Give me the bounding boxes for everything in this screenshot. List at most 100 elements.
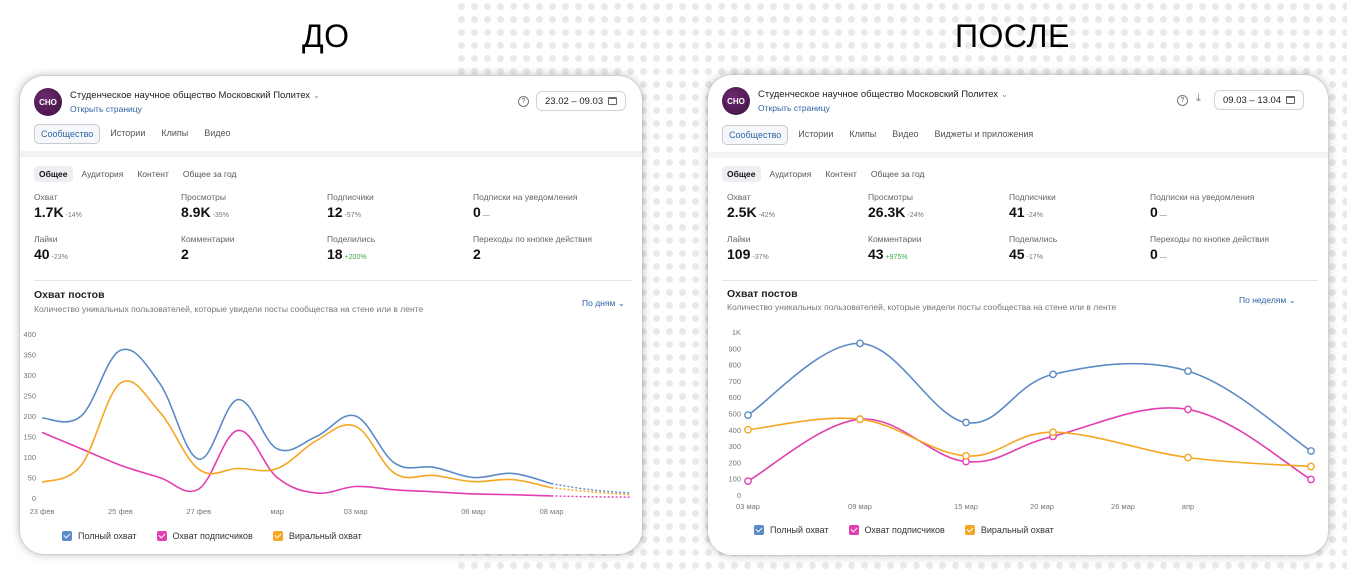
metric-label: Поделились xyxy=(1009,234,1058,244)
chart-legend: Полный охват Охват подписчиков Виральный… xyxy=(754,525,1054,535)
metric-delta: +200% xyxy=(344,254,367,261)
help-icon[interactable]: ? xyxy=(1177,95,1188,106)
data-point-viral-reach[interactable] xyxy=(856,415,864,424)
series-line-full-reach xyxy=(41,348,552,485)
data-point-full-reach[interactable] xyxy=(962,418,970,427)
period-selector[interactable]: По дням ⌄ xyxy=(582,298,625,309)
tab-video[interactable]: Видео xyxy=(198,124,236,144)
x-tick-label: 06 мар xyxy=(461,507,485,516)
metric-delta: -24% xyxy=(1026,212,1043,219)
tab-clips[interactable]: Клипы xyxy=(155,124,194,144)
tab-video[interactable]: Видео xyxy=(886,125,924,145)
calendar-icon xyxy=(608,97,618,105)
metric-notifications: Подписки на уведомления 0— xyxy=(473,192,577,220)
tab-stories[interactable]: Истории xyxy=(104,124,151,144)
series-line-subscriber-reach xyxy=(41,429,552,497)
data-point-viral-reach[interactable] xyxy=(1049,428,1057,437)
legend-item-subscribers[interactable]: Охват подписчиков xyxy=(156,531,253,541)
y-tick-label: 600 xyxy=(728,393,741,402)
x-tick-label: 23 фев xyxy=(30,507,55,516)
subtab-audience[interactable]: Аудитория xyxy=(765,166,817,182)
metric-likes: Лайки 40 -23% xyxy=(34,234,68,262)
community-name[interactable]: Студенческое научное общество Московский… xyxy=(758,89,1008,100)
legend-label: Охват подписчиков xyxy=(172,531,253,541)
metric-action-clicks: Переходы по кнопке действия 2 xyxy=(473,234,592,262)
legend-item-viral[interactable]: Виральный охват xyxy=(272,531,362,541)
y-tick-label: 500 xyxy=(728,410,741,419)
divider xyxy=(34,280,632,281)
metric-label: Лайки xyxy=(34,234,58,244)
open-page-link[interactable]: Открыть страницу xyxy=(758,103,830,113)
subtab-year[interactable]: Общее за год xyxy=(178,166,242,182)
reach-chart: 0 50 100 150 200 250 300 350 400 23 фев 25 фев 27 ф… xyxy=(23,330,631,516)
metric-delta: — xyxy=(1159,254,1167,261)
data-point-full-reach[interactable] xyxy=(856,339,864,348)
subtab-general[interactable]: Общее xyxy=(34,166,73,182)
legend-item-subscribers[interactable]: Охват подписчиков xyxy=(848,525,945,535)
legend-item-viral[interactable]: Виральный охват xyxy=(964,525,1054,535)
legend-item-full[interactable]: Полный охват xyxy=(62,531,137,541)
metric-delta: -57% xyxy=(344,212,361,219)
data-point-full-reach[interactable] xyxy=(1184,367,1192,376)
period-selector[interactable]: По неделям ⌄ xyxy=(1239,295,1296,306)
metric-likes: Лайки 109 -37% xyxy=(727,234,769,262)
y-tick-label: 700 xyxy=(728,377,741,386)
subtab-year[interactable]: Общее за год xyxy=(866,166,930,182)
metric-label: Лайки xyxy=(727,234,751,244)
date-range-text: 09.03 – 13.04 xyxy=(1223,94,1282,106)
metric-value: 2 xyxy=(181,246,189,262)
x-tick-label: 25 фев xyxy=(108,507,133,516)
tab-stories[interactable]: Истории xyxy=(792,125,839,145)
legend-item-full[interactable]: Полный охват xyxy=(754,525,829,535)
x-tick-label: мар xyxy=(270,507,284,516)
download-icon[interactable]: ⤓ xyxy=(1196,92,1201,105)
subtab-general[interactable]: Общее xyxy=(722,166,761,182)
date-range-picker[interactable]: 23.02 – 09.03 xyxy=(536,91,627,111)
data-point-full-reach[interactable] xyxy=(1049,370,1057,379)
metric-value: 43 xyxy=(868,246,884,262)
data-point-subscriber-reach[interactable] xyxy=(1184,405,1192,414)
metric-comments: Комментарии 2 xyxy=(181,234,235,262)
divider xyxy=(20,151,642,157)
tab-widgets[interactable]: Виджеты и приложения xyxy=(929,125,1040,145)
help-icon[interactable]: ? xyxy=(518,96,529,107)
data-point-viral-reach[interactable] xyxy=(744,425,752,434)
checkbox-icon xyxy=(156,531,167,541)
y-tick-label: 800 xyxy=(728,361,741,370)
metric-shares: Поделились 18 +200% xyxy=(327,234,375,262)
metric-views: Просмотры 26.3K -24% xyxy=(868,192,924,220)
section-title: Охват постов xyxy=(727,288,798,300)
date-range-picker[interactable]: 09.03 – 13.04 xyxy=(1214,90,1305,110)
community-header: СНО Студенческое научное общество Москов… xyxy=(722,87,1318,117)
data-point-viral-reach[interactable] xyxy=(1184,453,1192,462)
data-point-subscriber-reach[interactable] xyxy=(744,477,752,486)
open-page-link[interactable]: Открыть страницу xyxy=(70,104,142,114)
data-point-full-reach[interactable] xyxy=(744,411,752,420)
legend-label: Охват подписчиков xyxy=(864,525,945,535)
data-point-full-reach[interactable] xyxy=(1307,447,1315,455)
data-point-viral-reach[interactable] xyxy=(962,451,970,460)
data-point-viral-reach[interactable] xyxy=(1307,462,1315,471)
data-point-subscriber-reach[interactable] xyxy=(1307,475,1315,484)
community-avatar[interactable]: СНО xyxy=(34,88,62,116)
tab-community[interactable]: Сообщество xyxy=(34,124,101,144)
metric-value: 0 xyxy=(473,204,481,220)
metric-label: Поделились xyxy=(327,234,376,244)
community-header: СНО Студенческое научное общество Москов… xyxy=(34,88,632,118)
checkbox-icon xyxy=(272,531,283,541)
subtab-content[interactable]: Контент xyxy=(820,166,862,182)
community-avatar[interactable]: СНО xyxy=(722,87,750,115)
y-tick-label: 900 xyxy=(728,344,741,353)
subtab-audience[interactable]: Аудитория xyxy=(77,166,129,182)
community-name[interactable]: Студенческое научное общество Московский… xyxy=(70,90,320,101)
metric-delta: -14% xyxy=(65,212,82,219)
metric-label: Подписки на уведомления xyxy=(473,192,578,202)
metric-delta: -37% xyxy=(752,254,769,261)
subtab-content[interactable]: Контент xyxy=(132,166,174,182)
tab-clips[interactable]: Клипы xyxy=(843,125,882,145)
section-title: Охват постов xyxy=(34,289,105,301)
metric-label: Охват xyxy=(727,192,751,202)
y-tick-label: 1K xyxy=(732,328,741,337)
x-tick-label: 26 мар xyxy=(1111,502,1135,511)
tab-community[interactable]: Сообщество xyxy=(722,125,789,145)
